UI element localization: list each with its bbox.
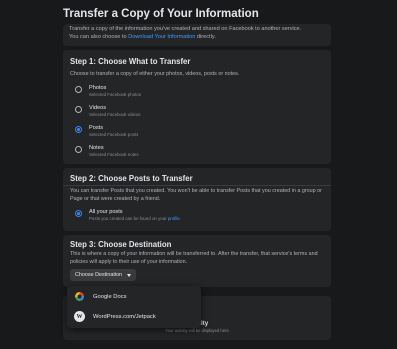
step3-card: Step 3: Choose Destination This is where… [63, 235, 331, 287]
intro-prefix: You can also choose to [69, 33, 129, 40]
step3-description: This is where a copy of your information… [70, 251, 318, 265]
destination-dropdown: Google Docs W WordPress.com/Jetpack [67, 286, 201, 328]
notes-radio[interactable] [75, 146, 82, 153]
all-posts-sub-suffix: . [179, 216, 182, 221]
choose-destination-label: Choose Destination [75, 272, 123, 278]
option-posts[interactable]: Posts Selected Facebook posts [75, 125, 138, 138]
intro-card: Transfer a copy of the information you'v… [63, 24, 331, 46]
caret-down-icon [127, 273, 132, 277]
photos-sub: Selected Facebook photos [89, 92, 141, 97]
step1-title: Step 1: Choose What to Transfer [70, 57, 191, 66]
wordpress-label: WordPress.com/Jetpack [93, 313, 156, 320]
choose-destination-button[interactable]: Choose Destination [70, 269, 137, 281]
photos-label: Photos [89, 85, 107, 91]
step3-title: Step 3: Choose Destination [70, 240, 172, 249]
option-photos[interactable]: Photos Selected Facebook photos [75, 85, 141, 98]
step2-title: Step 2: Choose Posts to Transfer [70, 174, 193, 183]
option-videos[interactable]: Videos Selected Facebook videos [75, 105, 141, 118]
page-title: Transfer a Copy of Your Information [63, 8, 259, 20]
activity-subtitle: Your activity will be displayed here [165, 328, 229, 333]
notes-sub: Selected Facebook notes [89, 152, 139, 157]
step2-divider [63, 185, 331, 186]
posts-sub: Selected Facebook posts [89, 132, 139, 137]
google-docs-label: Google Docs [93, 293, 127, 300]
photos-radio[interactable] [75, 86, 82, 93]
wordpress-icon: W [74, 311, 85, 322]
all-posts-label: All your posts [89, 209, 123, 215]
notes-label: Notes [89, 145, 104, 151]
download-info-link[interactable]: Download Your Information [128, 34, 195, 40]
videos-sub: Selected Facebook videos [89, 112, 141, 117]
all-posts-radio[interactable] [75, 210, 82, 217]
intro-suffix: directly. [195, 33, 216, 40]
profile-link[interactable]: profile [168, 216, 180, 221]
intro-text-line2: You can also choose to Download Your Inf… [69, 34, 325, 42]
google-docs-icon [74, 291, 85, 302]
all-posts-sub-prefix: Posts you created can be found on your [89, 216, 168, 221]
posts-radio[interactable] [75, 126, 82, 133]
posts-label: Posts [89, 125, 103, 131]
option-all-posts[interactable]: All your posts Posts you created can be … [75, 209, 181, 222]
step1-description: Choose to transfer a copy of either your… [70, 71, 240, 77]
intro-text-line1: Transfer a copy of the information you'v… [69, 26, 302, 32]
dropdown-item-wordpress[interactable]: W WordPress.com/Jetpack [74, 311, 156, 322]
step2-card: Step 2: Choose Posts to Transfer You can… [63, 168, 331, 231]
all-posts-sub: Posts you created can be found on your p… [89, 216, 181, 222]
step2-description: You can transfer Posts that you created.… [70, 188, 322, 202]
dropdown-item-google-docs[interactable]: Google Docs [74, 291, 127, 302]
videos-radio[interactable] [75, 106, 82, 113]
step1-card: Step 1: Choose What to Transfer Choose t… [63, 50, 331, 164]
option-notes[interactable]: Notes Selected Facebook notes [75, 145, 139, 158]
videos-label: Videos [89, 105, 107, 111]
